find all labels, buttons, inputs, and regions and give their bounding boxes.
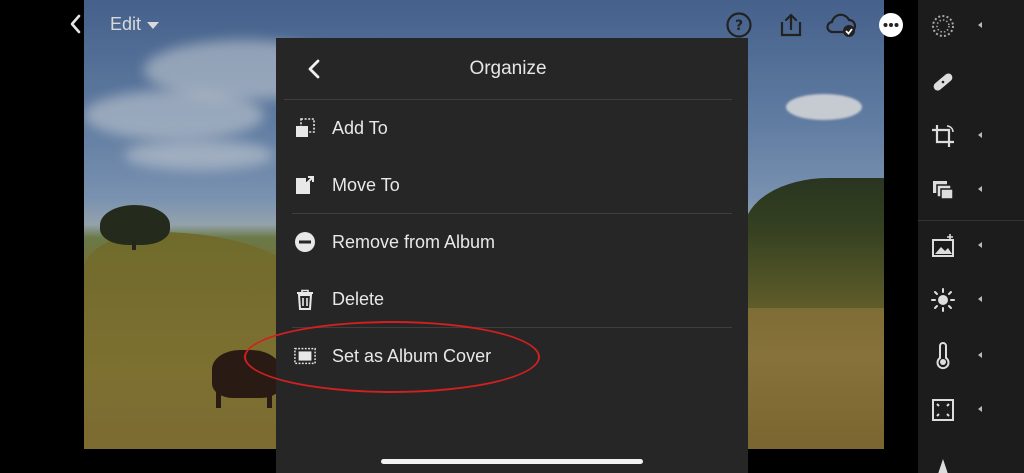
remove-icon <box>294 231 316 253</box>
auto-enhance-icon[interactable] <box>928 226 984 266</box>
color-temperature-icon[interactable] <box>928 336 984 376</box>
album-cover-icon <box>294 345 316 367</box>
edit-dropdown[interactable]: Edit <box>110 14 160 35</box>
add-to-icon <box>294 117 316 139</box>
selective-tool-icon[interactable] <box>928 6 984 46</box>
chevron-down-icon <box>147 22 160 29</box>
cloud-sync-icon[interactable] <box>824 10 860 40</box>
menu-item-delete[interactable]: Delete <box>294 271 734 327</box>
effects-icon[interactable] <box>928 390 984 430</box>
svg-text:?: ? <box>735 18 743 34</box>
menu-item-add-to[interactable]: Add To <box>294 100 734 156</box>
back-icon[interactable] <box>64 12 88 36</box>
detail-icon[interactable] <box>928 446 984 473</box>
sheet-header: Organize <box>284 38 732 100</box>
more-icon[interactable] <box>876 10 906 40</box>
share-icon[interactable] <box>776 10 806 40</box>
edit-label: Edit <box>110 14 142 34</box>
edit-toolbar <box>918 0 1024 473</box>
presets-icon[interactable] <box>928 170 984 210</box>
organize-sheet: Organize Add To Move To Remove from Albu… <box>276 38 748 473</box>
trash-icon <box>294 288 316 310</box>
light-icon[interactable] <box>928 280 984 320</box>
menu-item-set-as-album-cover[interactable]: Set as Album Cover <box>294 328 734 384</box>
home-indicator[interactable] <box>381 459 643 464</box>
menu-item-remove-from-album[interactable]: Remove from Album <box>294 214 734 270</box>
sheet-title: Organize <box>469 58 547 79</box>
move-to-icon <box>294 174 316 196</box>
menu-item-move-to[interactable]: Move To <box>294 157 734 213</box>
healing-icon[interactable] <box>928 62 984 102</box>
crop-icon[interactable] <box>928 116 984 156</box>
help-icon[interactable]: ? <box>724 10 754 40</box>
